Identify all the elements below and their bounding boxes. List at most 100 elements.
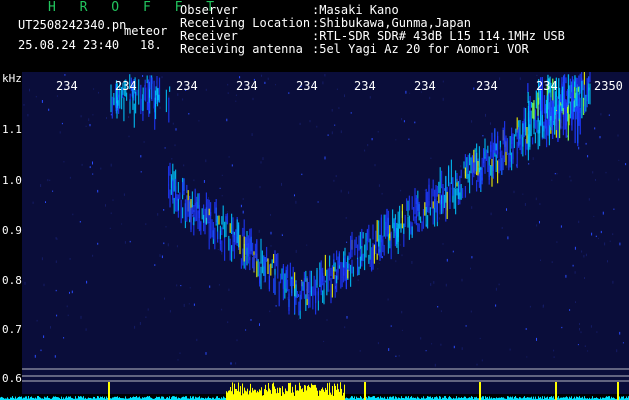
signal-streak (337, 261, 339, 273)
baseline-bar (325, 387, 326, 400)
noise-speck (579, 323, 580, 325)
noise-speck (495, 287, 497, 291)
baseline-bar (253, 390, 254, 400)
baseline-bar (311, 383, 312, 400)
signal-streak (372, 224, 374, 240)
baseline-bar (269, 388, 270, 400)
noise-speck (597, 237, 599, 240)
noise-speck (288, 92, 290, 94)
noise-speck (590, 325, 592, 328)
noise-speck (129, 240, 131, 243)
signal-streak (208, 208, 210, 216)
noise-speck (161, 255, 163, 259)
signal-streak (534, 109, 536, 129)
noise-speck (377, 131, 379, 133)
noise-speck (221, 174, 223, 176)
signal-streak (418, 223, 420, 232)
noise-speck (479, 337, 481, 340)
signal-streak (526, 127, 528, 144)
noise-speck (446, 258, 448, 262)
noise-speck (444, 188, 446, 191)
signal-streak (530, 110, 532, 137)
baseline-bar (231, 391, 232, 400)
noise-speck (569, 309, 571, 311)
noise-speck (578, 146, 580, 150)
baseline-bar (329, 382, 330, 400)
signal-streak (231, 213, 233, 234)
signal-streak (558, 87, 561, 120)
signal-streak (466, 157, 468, 179)
signal-streak (380, 234, 382, 258)
signal-streak (362, 232, 364, 239)
baseline-bar (149, 396, 150, 400)
signal-streak (336, 250, 338, 261)
signal-streak (123, 97, 125, 122)
noise-speck (596, 331, 598, 333)
signal-streak (481, 157, 483, 181)
noise-speck (175, 128, 177, 131)
noise-speck (41, 100, 43, 103)
baseline-bar (256, 392, 257, 400)
signal-streak (358, 235, 360, 251)
baseline-bar (66, 396, 67, 400)
baseline-bar (609, 396, 610, 400)
signal-streak (579, 108, 581, 135)
noise-speck (81, 163, 83, 166)
noise-speck (92, 254, 94, 257)
baseline-bar (340, 382, 341, 400)
time-tick-label: 234 (536, 79, 558, 93)
noise-speck (345, 217, 347, 219)
noise-speck (281, 234, 283, 236)
noise-speck (298, 318, 299, 320)
noise-speck (442, 97, 444, 101)
noise-speck (400, 189, 402, 192)
signal-streak (191, 191, 193, 208)
signal-streak (457, 181, 459, 199)
noise-speck (29, 88, 30, 92)
baseline-bar (176, 396, 177, 400)
noise-speck (55, 289, 57, 292)
baseline-bar (133, 396, 134, 400)
signal-streak (203, 214, 205, 223)
baseline-bar (287, 391, 288, 400)
signal-streak (263, 255, 265, 267)
baseline-bar (351, 396, 352, 400)
signal-streak (490, 141, 492, 152)
baseline-bar (339, 391, 340, 400)
baseline-bar (608, 396, 609, 400)
baseline-bar (291, 392, 292, 400)
signal-streak (177, 182, 179, 193)
baseline-bar (489, 396, 490, 400)
signal-streak (464, 167, 466, 179)
signal-streak (527, 92, 529, 103)
signal-streak (562, 108, 564, 115)
baseline-bar (449, 396, 450, 400)
noise-speck (309, 120, 311, 123)
baseline-bar (288, 383, 289, 400)
baseline-bar (485, 396, 486, 400)
noise-speck (54, 355, 56, 358)
baseline-bar (192, 396, 193, 400)
noise-speck (231, 164, 233, 167)
signal-streak (418, 201, 420, 212)
signal-streak (253, 254, 255, 272)
timestamp: 25.08.24 23:40 (18, 38, 120, 52)
noise-speck (350, 112, 352, 114)
baseline-bar (626, 396, 627, 400)
noise-speck (348, 191, 350, 194)
noise-speck (495, 304, 497, 307)
signal-streak (456, 188, 458, 196)
signal-streak (340, 261, 342, 289)
noise-speck (306, 244, 308, 246)
signal-streak (211, 219, 213, 238)
signal-streak (214, 227, 216, 250)
baseline-bar (262, 395, 263, 400)
signal-streak (305, 270, 307, 282)
noise-speck (587, 350, 589, 352)
noise-speck (66, 305, 68, 308)
noise-speck (438, 217, 440, 220)
signal-streak (456, 173, 458, 183)
baseline-bar (303, 391, 304, 400)
signal-streak (336, 275, 338, 284)
signal-streak (359, 256, 361, 269)
